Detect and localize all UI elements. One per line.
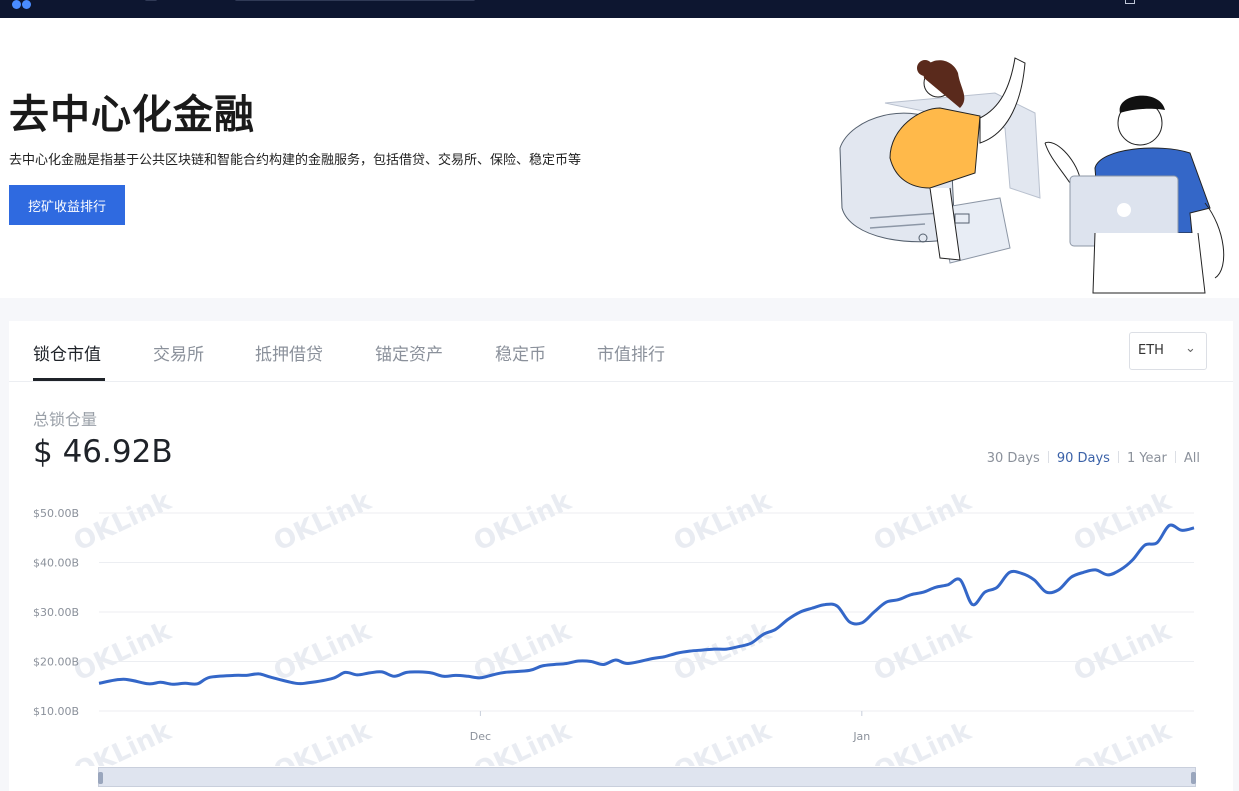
range-30-days-button[interactable]: 30 Days: [987, 451, 1040, 466]
watermark-text: OKLink: [269, 716, 376, 766]
x-tick-label: Dec: [470, 730, 491, 743]
watermark-text: OKLink: [669, 716, 776, 766]
tvl-panel: 锁仓市值 交易所 抵押借贷 锚定资产 稳定币 市值排行 ETH ⌄ 总锁仓量 $…: [9, 321, 1233, 791]
watermark-text: OKLink: [1069, 491, 1176, 557]
watermark-text: OKLink: [269, 616, 376, 687]
metric-value: $ 46.92B: [33, 434, 173, 470]
user-icon[interactable]: [1125, 0, 1135, 4]
divider: [1174, 451, 1176, 463]
currency-select[interactable]: ETH ⌄: [1129, 332, 1207, 370]
y-tick-label: $40.00B: [33, 557, 79, 570]
logo-icon[interactable]: [12, 0, 32, 13]
divider: [1047, 451, 1049, 463]
tvl-line-chart[interactable]: OKLink OKLink OKLink OKLink OKLink OKLink OKLi…: [9, 491, 1233, 766]
chevron-down-icon: ⌄: [1185, 341, 1196, 356]
chart-range-scrollbar[interactable]: [98, 767, 1196, 787]
page-description: 去中心化金融是指基于公共区块链和智能合约构建的金融服务，包括借贷、交易所、保险、…: [9, 153, 582, 168]
divider: [1117, 451, 1119, 463]
range-1-year-button[interactable]: 1 Year: [1127, 451, 1167, 466]
time-range-selector: 30 Days 90 Days 1 Year All: [987, 451, 1200, 466]
y-tick-label: $10.00B: [33, 705, 79, 718]
scroll-handle-left[interactable]: [98, 772, 103, 784]
tab-bar: 锁仓市值 交易所 抵押借贷 锚定资产 稳定币 市值排行 ETH ⌄: [9, 321, 1233, 382]
watermark-text: OKLink: [269, 491, 376, 557]
metric-label: 总锁仓量: [33, 410, 98, 429]
tab-exchange[interactable]: 交易所: [153, 340, 204, 365]
tab-locked-value[interactable]: 锁仓市值: [33, 340, 101, 365]
watermark-text: OKLink: [869, 716, 976, 766]
tab-stablecoin[interactable]: 稳定币: [495, 340, 546, 365]
watermark-text: OKLink: [69, 716, 176, 766]
range-all-button[interactable]: All: [1184, 451, 1200, 466]
defi-illustration: [839, 57, 1225, 294]
nav-item-fragment[interactable]: [145, 0, 157, 1]
range-90-days-button[interactable]: 90 Days: [1057, 451, 1110, 466]
watermark-text: OKLink: [669, 491, 776, 557]
tab-pegged-assets[interactable]: 锚定资产: [375, 340, 443, 365]
page-title: 去中心化金融: [9, 92, 255, 138]
watermark-text: OKLink: [69, 616, 176, 687]
watermark-text: OKLink: [1069, 716, 1176, 766]
watermark-text: OKLink: [69, 491, 176, 557]
top-navigation-bar: [0, 0, 1239, 18]
watermark-text: OKLink: [469, 491, 576, 557]
active-tab-indicator: [33, 378, 105, 381]
y-tick-label: $50.00B: [33, 507, 79, 520]
currency-select-value: ETH: [1138, 343, 1164, 358]
y-tick-label: $30.00B: [33, 606, 79, 619]
y-tick-label: $20.00B: [33, 656, 79, 669]
tab-lending[interactable]: 抵押借贷: [255, 340, 323, 365]
nav-menu-fragment[interactable]: [235, 0, 475, 1]
x-tick-label: Jan: [852, 730, 870, 743]
watermark-text: OKLink: [869, 491, 976, 557]
scroll-handle-right[interactable]: [1191, 772, 1196, 784]
tvl-series-line: [98, 523, 1195, 686]
watermark-text: OKLink: [1069, 616, 1176, 687]
tab-market-cap-ranking[interactable]: 市值排行: [597, 340, 665, 365]
mining-yield-ranking-button[interactable]: 挖矿收益排行: [9, 185, 125, 225]
hero-banner: 去中心化金融 去中心化金融是指基于公共区块链和智能合约构建的金融服务，包括借贷、…: [0, 18, 1239, 298]
watermark-text: OKLink: [869, 616, 976, 687]
